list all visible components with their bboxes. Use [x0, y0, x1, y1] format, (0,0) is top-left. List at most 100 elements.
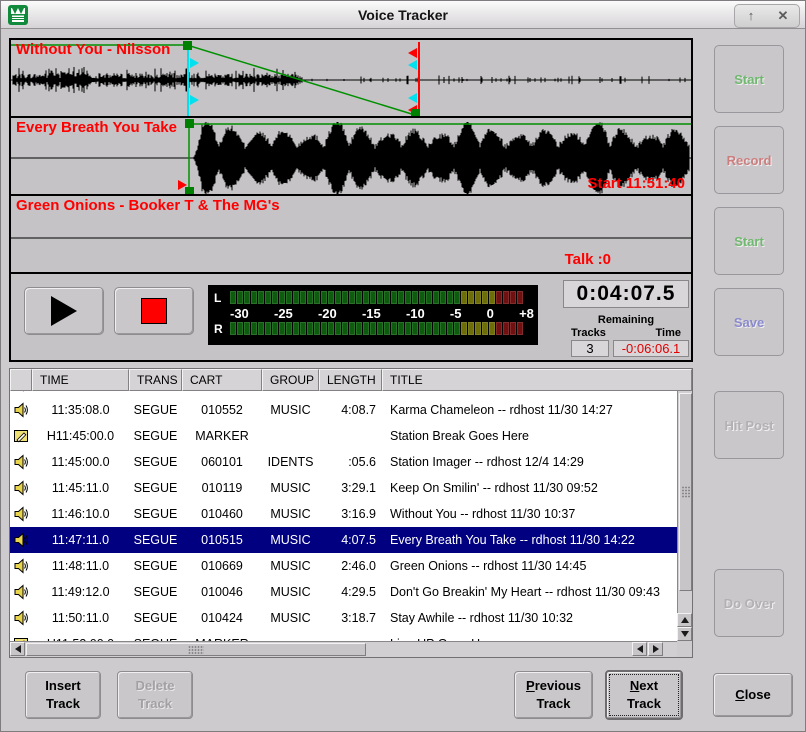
- speaker-icon: [13, 480, 29, 496]
- waveform-panel: Without You - Nilsson Every Breath You T…: [9, 38, 693, 362]
- header-length: LENGTH: [319, 369, 382, 391]
- maximize-button[interactable]: ↑: [736, 6, 766, 26]
- close-button[interactable]: Close: [713, 673, 793, 717]
- tracks-remaining-label: Tracks: [571, 327, 606, 339]
- log-row[interactable]: 11:49:12.0SEGUE010046MUSIC4:29.5Don't Go…: [10, 579, 679, 605]
- log-row[interactable]: 11:47:11.0SEGUE010515MUSIC4:07.5Every Br…: [10, 527, 679, 553]
- header-title: TITLE: [382, 369, 692, 391]
- cell-title: Station Break Goes Here: [382, 429, 679, 443]
- cell-group: MUSIC: [262, 403, 319, 417]
- cell-trans: SEGUE: [129, 481, 182, 495]
- cell-cart: 010119: [182, 481, 262, 495]
- row-icon-cell: [10, 607, 32, 629]
- stop-button[interactable]: [114, 287, 194, 335]
- row-icon-cell: [10, 555, 32, 577]
- row-icon-cell: [10, 425, 32, 447]
- speaker-icon: [13, 610, 29, 626]
- cell-group: MUSIC: [262, 533, 319, 547]
- log-viewport[interactable]: 11:35:08.0SEGUE010552MUSIC4:08.7Karma Ch…: [10, 391, 679, 643]
- cell-title: Keep On Smilin' -- rdhost 11/30 09:52: [382, 481, 679, 495]
- track-2-title: Every Breath You Take: [16, 119, 177, 136]
- track-1-title: Without You - Nilsson: [16, 41, 170, 58]
- cell-title: Every Breath You Take -- rdhost 11/30 14…: [382, 533, 679, 547]
- time-remaining-label: Time: [656, 327, 681, 339]
- transport-bar: L -30-25-20-15-10-50+8 R 0:04:07.5 Remai…: [11, 274, 691, 356]
- cell-cart: 010424: [182, 611, 262, 625]
- speaker-icon: [13, 558, 29, 574]
- cell-length: :05.6: [319, 455, 382, 469]
- hit-post-button-4[interactable]: Hit Post: [714, 391, 784, 459]
- cell-trans: SEGUE: [129, 429, 182, 443]
- do-over-button-5[interactable]: Do Over: [714, 569, 784, 637]
- row-icon-cell: [10, 391, 32, 395]
- cell-length: 4:29.5: [319, 585, 382, 599]
- track-2-waveform[interactable]: Every Breath You Take Start 11:51:40: [11, 118, 691, 196]
- track-1-waveform[interactable]: Without You - Nilsson: [11, 40, 691, 118]
- cell-length: 3:16.9: [319, 507, 382, 521]
- horizontal-scrollbar[interactable]: [10, 641, 679, 657]
- row-icon-cell: [10, 399, 32, 421]
- titlebar[interactable]: Voice Tracker ↑ ✕: [1, 1, 805, 29]
- meter-left-label: L: [214, 291, 230, 305]
- cell-trans: SEGUE: [129, 559, 182, 573]
- log-table: TIMETRANSCARTGROUPLENGTHTITLE 11:35:08.0…: [9, 368, 693, 658]
- speaker-icon: [13, 584, 29, 600]
- cell-cart: 010515: [182, 533, 262, 547]
- cell-cart: 060101: [182, 455, 262, 469]
- log-row[interactable]: 11:35:08.0SEGUE010552MUSIC4:08.7Karma Ch…: [10, 397, 679, 423]
- cell-time: 11:45:00.0: [32, 455, 129, 469]
- scroll-left-button[interactable]: [10, 642, 25, 656]
- scroll-left-button-2[interactable]: [632, 642, 647, 656]
- log-row[interactable]: 11:48:11.0SEGUE010669MUSIC2:46.0Green On…: [10, 553, 679, 579]
- insert-track-button[interactable]: InsertTrack: [25, 671, 101, 719]
- cell-trans: SEGUE: [129, 507, 182, 521]
- log-row[interactable]: 11:45:00.0SEGUE060101IDENTS:05.6Station …: [10, 449, 679, 475]
- log-row[interactable]: 11:45:11.0SEGUE010119MUSIC3:29.1Keep On …: [10, 475, 679, 501]
- record-button-1[interactable]: Record: [714, 126, 784, 194]
- cell-time: 11:45:11.0: [32, 481, 129, 495]
- cell-cart: 010046: [182, 585, 262, 599]
- track-3-waveform[interactable]: Green Onions - Booker T & The MG's Talk …: [11, 196, 691, 274]
- cell-length: 4:08.7: [319, 403, 382, 417]
- marker-icon: [13, 428, 29, 444]
- cell-title: Green Onions -- rdhost 11/30 14:45: [382, 559, 679, 573]
- cell-length: 3:18.7: [319, 611, 382, 625]
- meter-right-bar: [230, 322, 523, 335]
- previous-track-button[interactable]: PreviousTrack: [514, 671, 593, 719]
- save-button-3[interactable]: Save: [714, 288, 784, 356]
- speaker-icon: [13, 402, 29, 418]
- log-row[interactable]: H11:45:00.0SEGUEMARKERStation Break Goes…: [10, 423, 679, 449]
- start-button-2[interactable]: Start: [714, 207, 784, 275]
- cell-title: Station Imager -- rdhost 12/4 14:29: [382, 455, 679, 469]
- cell-time: 11:46:10.0: [32, 507, 129, 521]
- scrollbar-corner: [677, 641, 692, 657]
- tracks-remaining-value: 3: [571, 340, 609, 357]
- cell-cart: 010460: [182, 507, 262, 521]
- header-time: TIME: [32, 369, 129, 391]
- scroll-down-button[interactable]: [677, 627, 692, 641]
- cell-trans: SEGUE: [129, 585, 182, 599]
- next-track-button[interactable]: NextTrack: [605, 670, 683, 720]
- log-row[interactable]: 11:50:11.0SEGUE010424MUSIC3:18.7Stay Awh…: [10, 605, 679, 631]
- vertical-scrollbar[interactable]: [677, 391, 692, 643]
- delete-track-button[interactable]: DeleteTrack: [117, 671, 193, 719]
- header-icon: [10, 369, 32, 391]
- scroll-up-button[interactable]: [677, 613, 692, 627]
- cell-cart: 010552: [182, 403, 262, 417]
- cell-group: MUSIC: [262, 585, 319, 599]
- row-icon-cell: [10, 451, 32, 473]
- horizontal-scrollbar-thumb[interactable]: [26, 643, 366, 656]
- scroll-right-button[interactable]: [648, 642, 663, 656]
- cell-length: 4:07.5: [319, 533, 382, 547]
- speaker-icon: [13, 506, 29, 522]
- speaker-icon: [13, 454, 29, 470]
- log-row[interactable]: 11:46:10.0SEGUE010460MUSIC3:16.9Without …: [10, 501, 679, 527]
- play-button[interactable]: [24, 287, 104, 335]
- close-window-button[interactable]: ✕: [768, 6, 798, 26]
- cell-cart: MARKER: [182, 429, 262, 443]
- start-button-0[interactable]: Start: [714, 45, 784, 113]
- window-title: Voice Tracker: [1, 1, 805, 29]
- speaker-icon: [13, 391, 29, 392]
- vertical-scrollbar-thumb[interactable]: [679, 393, 692, 591]
- audio-level-meter: L -30-25-20-15-10-50+8 R: [208, 285, 538, 345]
